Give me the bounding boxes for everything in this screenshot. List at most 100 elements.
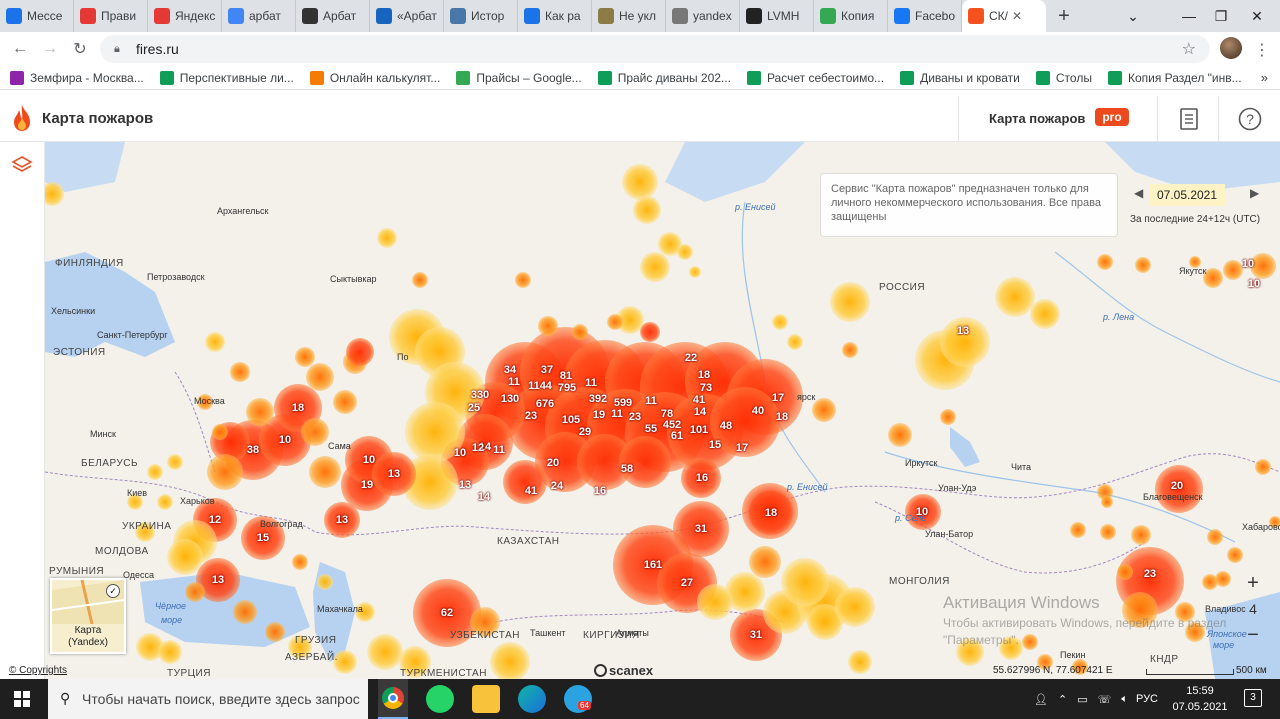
fire-cluster-circle[interactable] (147, 464, 163, 480)
fire-count-label[interactable]: 31 (750, 629, 762, 641)
fire-count-label[interactable]: 10 (1248, 278, 1260, 290)
fire-cluster-circle[interactable] (158, 640, 182, 664)
browser-tab[interactable]: Как ра (518, 0, 592, 32)
fire-count-label[interactable]: 14 (478, 491, 490, 503)
fire-cluster-circle[interactable] (167, 539, 203, 575)
fire-count-label[interactable]: 29 (579, 426, 591, 438)
fire-count-label[interactable]: 25 (468, 402, 480, 414)
fire-count-label[interactable]: 15 (257, 532, 269, 544)
notification-icon[interactable]: 3 (1244, 689, 1262, 707)
fire-cluster-circle[interactable] (538, 316, 558, 336)
fire-count-label[interactable]: 40 (752, 405, 764, 417)
bookmark-item[interactable]: Прайсы – Google... (456, 70, 582, 85)
fire-count-label[interactable]: 78 (661, 408, 673, 420)
fire-count-label[interactable]: 14 (694, 406, 706, 418)
fire-cluster-circle[interactable] (940, 409, 956, 425)
fire-cluster-circle[interactable] (689, 266, 701, 278)
fire-cluster-circle[interactable] (1135, 257, 1151, 273)
bookmark-item[interactable]: Перспективные ли... (159, 70, 294, 85)
fire-count-label[interactable]: 27 (681, 577, 693, 589)
fire-cluster-circle[interactable] (633, 196, 661, 224)
fire-cluster-circle[interactable] (1070, 522, 1086, 538)
fire-cluster-circle[interactable] (619, 436, 671, 488)
fire-cluster-circle[interactable] (230, 362, 250, 382)
fire-cluster-circle[interactable] (772, 314, 788, 330)
fire-cluster-circle[interactable] (995, 277, 1035, 317)
fire-cluster-circle[interactable] (265, 622, 285, 642)
fire-count-label[interactable]: 11 (585, 377, 597, 389)
next-day-icon[interactable]: ▶ (1250, 186, 1259, 200)
fire-cluster-circle[interactable] (1227, 547, 1243, 563)
fire-count-label[interactable]: 58 (621, 463, 633, 475)
fire-count-label[interactable]: 24 (551, 480, 563, 492)
layers-icon[interactable] (11, 154, 33, 176)
fire-cluster-circle[interactable] (207, 454, 243, 490)
browser-tab[interactable]: Facebo (888, 0, 962, 32)
fire-cluster-circle[interactable] (787, 334, 803, 350)
period-label[interactable]: За последние 24+12ч (UTC) (1130, 214, 1260, 225)
scanex-logo[interactable]: scanex (594, 663, 653, 678)
fire-cluster-circle[interactable] (295, 347, 315, 367)
browser-tab[interactable]: Копия (814, 0, 888, 32)
telegram-icon[interactable]: 64 (564, 685, 592, 713)
new-tab-button[interactable]: + (1046, 0, 1082, 32)
fire-cluster-circle[interactable] (503, 460, 547, 504)
fire-cluster-circle[interactable] (292, 554, 308, 570)
fire-count-label[interactable]: 11 (611, 408, 623, 420)
fire-count-label[interactable]: 55 (645, 423, 657, 435)
edge-icon[interactable] (518, 685, 546, 713)
fire-count-label[interactable]: 31 (695, 523, 707, 535)
fire-cluster-circle[interactable] (1207, 529, 1223, 545)
fire-cluster-circle[interactable] (830, 282, 870, 322)
zoom-in-button[interactable]: + (1238, 570, 1268, 596)
fire-count-label[interactable]: 795 (558, 382, 576, 394)
fire-cluster-circle[interactable] (1223, 260, 1243, 280)
fire-count-label[interactable]: 18 (698, 369, 710, 381)
fire-cluster-circle[interactable] (1097, 254, 1113, 270)
clock[interactable]: 15:59 07.05.2021 (1170, 683, 1230, 715)
browser-tab[interactable]: Не укл (592, 0, 666, 32)
fire-cluster-circle[interactable] (377, 228, 397, 248)
fire-count-label[interactable]: 37 (541, 364, 553, 376)
fire-count-label[interactable]: 48 (720, 420, 732, 432)
url-bar[interactable]: 🔒︎ fires.ru ☆ (100, 35, 1210, 63)
fire-count-label[interactable]: 20 (1171, 480, 1183, 492)
fire-cluster-circle[interactable] (640, 322, 660, 342)
fire-cluster-circle[interactable] (346, 338, 374, 366)
language-indicator[interactable]: РУС (1136, 693, 1158, 705)
fire-cluster-circle[interactable] (812, 398, 836, 422)
fire-count-label[interactable]: 23 (525, 410, 537, 422)
fire-count-label[interactable]: 23 (629, 411, 641, 423)
fire-count-label[interactable]: 10 (279, 434, 291, 446)
fire-cluster-circle[interactable] (1117, 564, 1133, 580)
fire-count-label[interactable]: 10 (1242, 258, 1254, 270)
bookmark-item[interactable]: Столы (1035, 70, 1092, 85)
zoom-out-button[interactable]: − (1238, 622, 1268, 648)
fire-cluster-circle[interactable] (212, 424, 228, 440)
fire-cluster-circle[interactable] (185, 582, 205, 602)
fire-cluster-circle[interactable] (842, 342, 858, 358)
browser-tab[interactable]: yandex (666, 0, 740, 32)
fire-count-label[interactable]: 61 (671, 430, 683, 442)
help-icon[interactable]: ? (1237, 106, 1263, 132)
fire-count-label[interactable]: 81 (560, 370, 572, 382)
fire-count-label[interactable]: 11 (493, 444, 505, 456)
browser-tab[interactable]: LVMH (740, 0, 814, 32)
chrome-taskbar-icon[interactable] (378, 679, 408, 719)
fire-count-label[interactable]: 19 (361, 479, 373, 491)
browser-tab[interactable]: Арбат (296, 0, 370, 32)
chevron-up-icon[interactable]: ⌃ (1058, 693, 1067, 706)
fire-cluster-circle[interactable] (333, 390, 357, 414)
network-icon[interactable]: ☏ (1098, 693, 1112, 706)
bookmark-item[interactable]: Земфира - Москва... (10, 70, 144, 85)
fire-cluster-circle[interactable] (677, 244, 693, 260)
fire-count-label[interactable]: 392 (589, 393, 607, 405)
browser-menu-icon[interactable]: ⋮ (1254, 40, 1270, 60)
bookmark-star-icon[interactable]: ☆ (1182, 39, 1196, 59)
system-tray[interactable]: 👤︎ ⌃ ▭ ☏ 🔈︎ РУС (1034, 679, 1168, 719)
whatsapp-icon[interactable] (426, 685, 454, 713)
fire-count-label[interactable]: 676 (536, 398, 554, 410)
forward-button[interactable]: → (34, 33, 66, 65)
fire-cluster-circle[interactable] (888, 423, 912, 447)
date-value[interactable]: 07.05.2021 (1149, 184, 1225, 206)
